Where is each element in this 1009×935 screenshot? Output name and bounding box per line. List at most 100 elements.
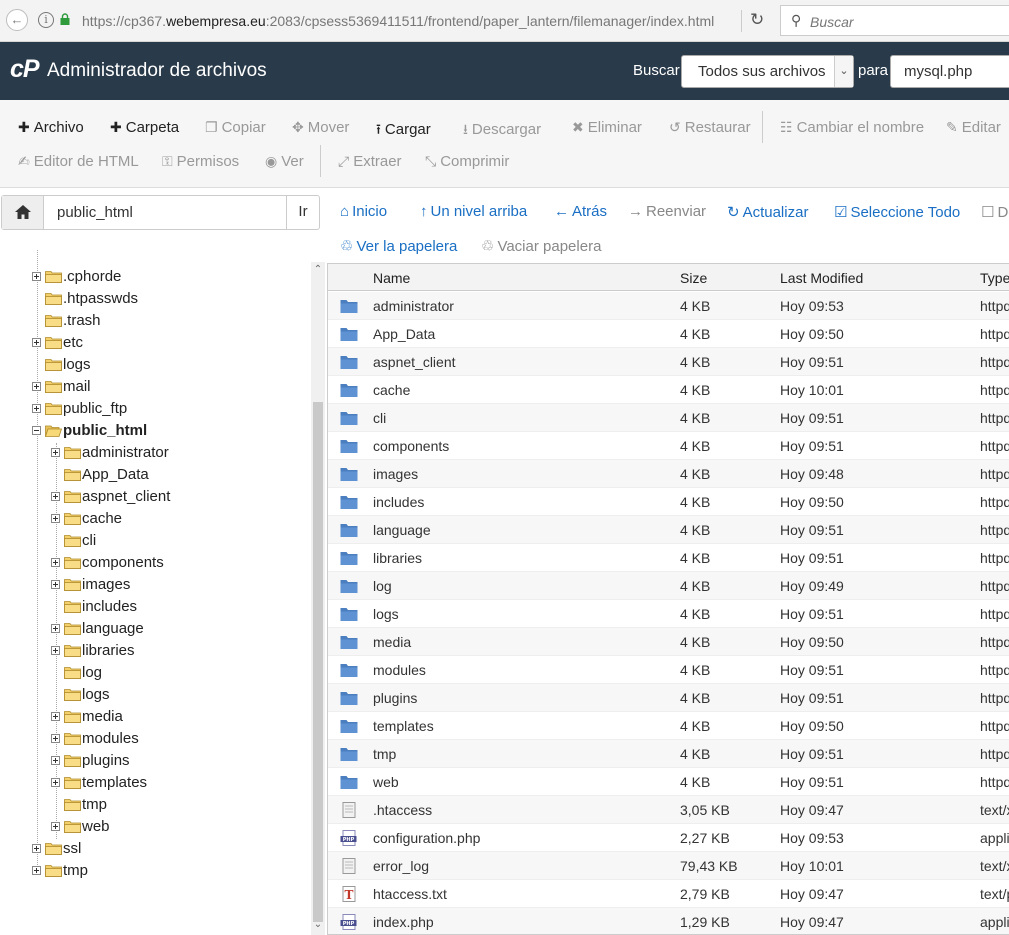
nav-reenviar-button[interactable]: → Reenviar <box>628 203 706 220</box>
chevron-down-icon[interactable]: ⌄ <box>834 56 853 87</box>
toolbar-ver-button[interactable]: ◉ Ver <box>265 153 304 170</box>
toolbar-archivo-button[interactable]: ✚ Archivo <box>18 119 84 136</box>
table-row[interactable]: cache 4 KB Hoy 10:01 httpd/unix-directory <box>328 376 1009 404</box>
nav-vaciar-papelera-button[interactable]: ♲ Vaciar papelera <box>481 237 601 255</box>
tree-item[interactable]: tmp <box>0 861 310 883</box>
tree-item[interactable]: web <box>0 817 310 839</box>
toolbar-comprimir-button[interactable]: ⤡ Comprimir <box>425 153 509 170</box>
col-modified[interactable]: Last Modified <box>780 270 863 286</box>
nav-ver-la-papelera-button[interactable]: ♲ Ver la papelera <box>340 237 457 255</box>
toolbar-restaurar-button[interactable]: ↺ Restaurar <box>669 119 751 136</box>
nav-seleccione-todo-button[interactable]: ☑ Seleccione Todo <box>834 203 960 221</box>
table-row[interactable]: Thtaccess.txt 2,79 KB Hoy 09:47 text/plain <box>328 880 1009 908</box>
nav-un-nivel-arriba-button[interactable]: ↑ Un nivel arriba <box>420 203 527 220</box>
tree-item[interactable]: cli <box>0 531 310 553</box>
toolbar-editor-de-html-button[interactable]: ✍ Editor de HTML <box>18 153 139 170</box>
search-scope-select[interactable]: Todos sus archivos ⌄ <box>681 55 854 88</box>
table-row[interactable]: plugins 4 KB Hoy 09:51 httpd/unix-directory <box>328 684 1009 712</box>
expand-icon[interactable] <box>51 778 60 787</box>
tree-item[interactable]: language <box>0 619 310 641</box>
table-row[interactable]: aspnet_client 4 KB Hoy 09:51 httpd/unix-dir… <box>328 348 1009 376</box>
browser-search-input[interactable]: ⚲ Buscar <box>780 5 1009 36</box>
tree-item[interactable]: cache <box>0 509 310 531</box>
tree-item[interactable]: plugins <box>0 751 310 773</box>
expand-icon[interactable] <box>32 382 41 391</box>
tree-item[interactable]: .trash <box>0 311 310 333</box>
toolbar-cargar-button[interactable]: ⭱ Cargar <box>376 119 431 143</box>
table-row[interactable]: includes 4 KB Hoy 09:50 httpd/unix-director… <box>328 488 1009 516</box>
expand-icon[interactable] <box>32 866 41 875</box>
expand-icon[interactable] <box>51 514 60 523</box>
expand-icon[interactable] <box>32 338 41 347</box>
nav-atrás-button[interactable]: ← Atrás <box>554 203 607 220</box>
nav-inicio-button[interactable]: ⌂ Inicio <box>340 203 387 220</box>
expand-icon[interactable] <box>51 624 60 633</box>
table-row[interactable]: PHP configuration.php 2,27 KB Hoy 09:53 appl… <box>328 824 1009 852</box>
toolbar-eliminar-button[interactable]: ✖ Eliminar <box>572 119 642 136</box>
expand-icon[interactable] <box>32 404 41 413</box>
tree-item[interactable]: modules <box>0 729 310 751</box>
tree-item[interactable]: .htpasswds <box>0 289 310 311</box>
toolbar-permisos-button[interactable]: ⚿ Permisos <box>162 153 239 170</box>
expand-icon[interactable] <box>51 712 60 721</box>
tree-item[interactable]: ssl <box>0 839 310 861</box>
tree-item[interactable]: media <box>0 707 310 729</box>
expand-icon[interactable] <box>51 492 60 501</box>
tree-item[interactable]: administrator <box>0 443 310 465</box>
tree-item[interactable]: etc <box>0 333 310 355</box>
tree-item[interactable]: components <box>0 553 310 575</box>
tree-item[interactable]: logs <box>0 355 310 377</box>
toolbar-cambiar-el-nombre-button[interactable]: ☷ Cambiar el nombre <box>780 119 924 136</box>
table-row[interactable]: web 4 KB Hoy 09:51 httpd/unix-directory <box>328 768 1009 796</box>
expand-icon[interactable] <box>32 844 41 853</box>
table-row[interactable]: images 4 KB Hoy 09:48 httpd/unix-directory <box>328 460 1009 488</box>
table-row[interactable]: logs 4 KB Hoy 09:51 httpd/unix-directory <box>328 600 1009 628</box>
tree-item[interactable]: .cphorde <box>0 267 310 289</box>
nav-de-button[interactable]: ☐De <box>981 203 1009 221</box>
table-row[interactable]: media 4 KB Hoy 09:50 httpd/unix-directory <box>328 628 1009 656</box>
path-input[interactable]: public_html <box>57 204 133 221</box>
table-row[interactable]: libraries 4 KB Hoy 09:51 httpd/unix-directo… <box>328 544 1009 572</box>
tree-item[interactable]: templates <box>0 773 310 795</box>
address-bar[interactable]: https://cp367.webempresa.eu:2083/cpsess5… <box>82 13 714 29</box>
tree-item[interactable]: includes <box>0 597 310 619</box>
tree-item[interactable]: mail <box>0 377 310 399</box>
cpanel-logo[interactable]: cP <box>10 55 40 84</box>
expand-icon[interactable] <box>51 822 60 831</box>
toolbar-copiar-button[interactable]: ❐ Copiar <box>205 119 266 136</box>
table-row[interactable]: administrator 4 KB Hoy 09:53 httpd/unix-dir… <box>328 292 1009 320</box>
toolbar-extraer-button[interactable]: ⤢ Extraer <box>338 153 402 170</box>
tree-item[interactable]: aspnet_client <box>0 487 310 509</box>
table-row[interactable]: tmp 4 KB Hoy 09:51 httpd/unix-directory <box>328 740 1009 768</box>
table-row[interactable]: PHP index.php 1,29 KB Hoy 09:47 application/… <box>328 908 1009 934</box>
tree-item[interactable]: log <box>0 663 310 685</box>
tree-scrollbar[interactable]: ⌃ ⌄ <box>311 262 325 935</box>
tree-item[interactable]: public_ftp <box>0 399 310 421</box>
toolbar-editar-button[interactable]: ✎ Editar <box>946 119 1001 136</box>
chevron-down-icon[interactable]: ⌄ <box>311 919 325 933</box>
table-row[interactable]: modules 4 KB Hoy 09:51 httpd/unix-directory <box>328 656 1009 684</box>
table-row[interactable]: .htaccess 3,05 KB Hoy 09:47 text/x-generic <box>328 796 1009 824</box>
toolbar-carpeta-button[interactable]: ✚ Carpeta <box>110 119 179 136</box>
chevron-up-icon[interactable]: ⌃ <box>311 264 325 278</box>
tree-item[interactable]: tmp <box>0 795 310 817</box>
info-icon[interactable]: i <box>38 12 54 28</box>
back-arrow-icon[interactable]: ← <box>6 9 28 31</box>
expand-icon[interactable] <box>51 734 60 743</box>
table-row[interactable]: language 4 KB Hoy 09:51 httpd/unix-director… <box>328 516 1009 544</box>
col-type[interactable]: Type <box>980 270 1009 286</box>
table-row[interactable]: App_Data 4 KB Hoy 09:50 httpd/unix-director… <box>328 320 1009 348</box>
col-size[interactable]: Size <box>680 270 707 286</box>
expand-icon[interactable] <box>32 272 41 281</box>
tree-item[interactable]: App_Data <box>0 465 310 487</box>
table-row[interactable]: error_log 79,43 KB Hoy 10:01 text/x-generic <box>328 852 1009 880</box>
home-button[interactable] <box>2 196 44 229</box>
search-input[interactable]: mysql.php <box>890 55 1009 88</box>
expand-icon[interactable] <box>51 580 60 589</box>
expand-icon[interactable] <box>51 558 60 567</box>
tree-item[interactable]: public_html <box>0 421 310 443</box>
table-row[interactable]: log 4 KB Hoy 09:49 httpd/unix-directory <box>328 572 1009 600</box>
table-row[interactable]: templates 4 KB Hoy 09:50 httpd/unix-directo… <box>328 712 1009 740</box>
table-row[interactable]: components 4 KB Hoy 09:51 httpd/unix-direct… <box>328 432 1009 460</box>
expand-icon[interactable] <box>51 756 60 765</box>
